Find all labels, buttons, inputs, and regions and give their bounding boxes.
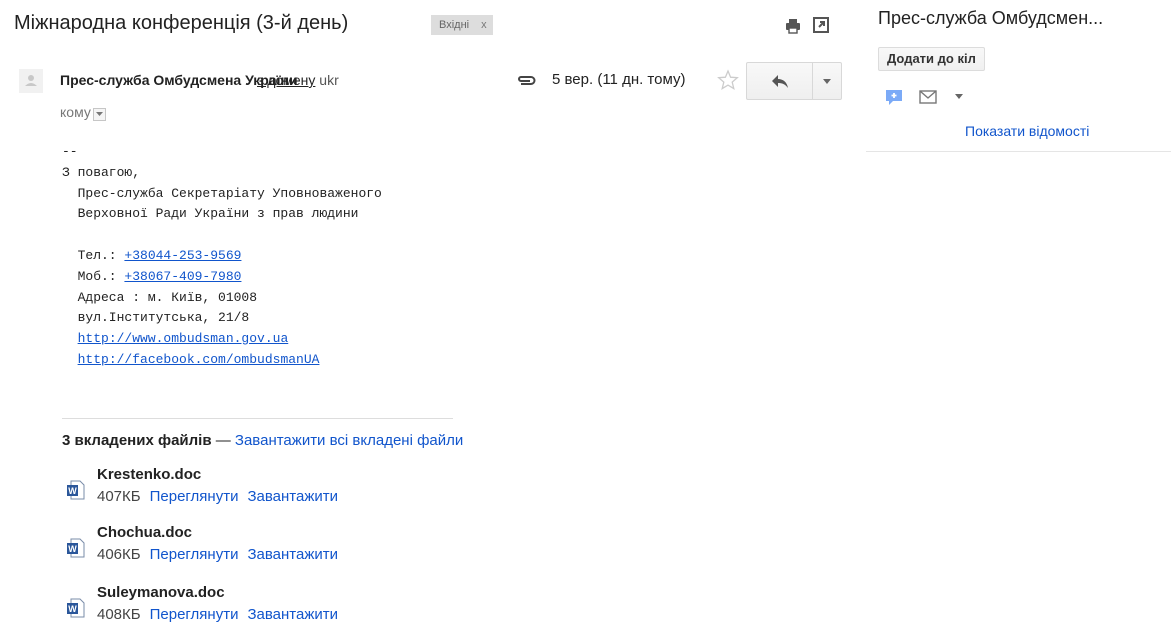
svg-text:W: W xyxy=(68,486,77,496)
sender-avatar[interactable] xyxy=(19,69,43,93)
word-document-icon: W xyxy=(67,598,85,618)
word-document-icon: W xyxy=(67,538,85,558)
add-to-circles-button[interactable]: Додати до кіл xyxy=(878,47,985,71)
via-domain: з домену ukr xyxy=(257,72,339,88)
chevron-down-icon xyxy=(96,112,103,116)
new-window-icon[interactable] xyxy=(812,16,830,34)
label-text[interactable]: Вхідні xyxy=(439,19,469,31)
email-subject: Міжнародна конференція (3-й день) xyxy=(14,12,349,34)
mob-link[interactable]: +38067-409-7980 xyxy=(124,269,241,284)
tel-link[interactable]: +38044-253-9569 xyxy=(124,248,241,263)
attachment-name[interactable]: Chochua.doc xyxy=(97,524,192,541)
chat-icon[interactable] xyxy=(885,88,903,106)
contact-name[interactable]: Прес-служба Омбудсмен... xyxy=(878,8,1103,29)
attachment-item: W Krestenko.doc 407КБ Переглянути Завантаж… xyxy=(66,466,466,516)
attachment-size: 406КБ xyxy=(97,546,141,563)
download-attachment-link[interactable]: Завантажити xyxy=(247,488,338,505)
attachment-name[interactable]: Suleymanova.doc xyxy=(97,584,225,601)
star-icon[interactable] xyxy=(717,69,739,91)
tel-label: Тел.: xyxy=(62,247,125,263)
attachment-name[interactable]: Krestenko.doc xyxy=(97,466,201,483)
attachment-size: 407КБ xyxy=(97,488,141,505)
chevron-down-icon[interactable] xyxy=(953,89,965,103)
show-details-link[interactable]: Показати відомості xyxy=(965,123,1089,139)
reply-button[interactable] xyxy=(746,62,813,100)
reply-icon xyxy=(772,75,788,88)
svg-text:W: W xyxy=(68,604,77,614)
recipients-dropdown-button[interactable] xyxy=(93,108,106,121)
via-domain-link[interactable]: з домену xyxy=(257,72,315,88)
view-attachment-link[interactable]: Переглянути xyxy=(150,488,239,505)
more-actions-button[interactable] xyxy=(812,62,842,100)
word-document-icon: W xyxy=(67,480,85,500)
remove-label-button[interactable]: x xyxy=(481,19,487,31)
website-link[interactable]: http://www.ombudsman.gov.ua xyxy=(78,331,289,346)
org-line-2: Верховної Ради України з прав людини xyxy=(62,206,359,222)
attachment-meta: 406КБ Переглянути Завантажити xyxy=(97,546,338,563)
svg-text:W: W xyxy=(68,544,77,554)
address-line-2: вул.Інститутська, 21/8 xyxy=(62,310,250,326)
paperclip-icon xyxy=(518,76,536,85)
chevron-down-icon xyxy=(823,79,831,84)
attachment-meta: 407КБ Переглянути Завантажити xyxy=(97,488,338,505)
reply-button-group xyxy=(746,62,842,100)
attachment-item: W Chochua.doc 406КБ Переглянути Завантажит… xyxy=(66,524,466,574)
mail-icon[interactable] xyxy=(919,89,937,105)
view-attachment-link[interactable]: Переглянути xyxy=(150,546,239,563)
recipients-label[interactable]: кому xyxy=(60,104,91,120)
attachment-size: 408КБ xyxy=(97,606,141,623)
download-attachment-link[interactable]: Завантажити xyxy=(247,546,338,563)
attachment-meta: 408КБ Переглянути Завантажити xyxy=(97,606,338,623)
domain-name: ukr xyxy=(319,72,339,88)
attachments-count: 3 вкладених файлів xyxy=(62,432,212,449)
facebook-link[interactable]: http://facebook.com/ombudsmanUA xyxy=(78,352,320,367)
address-line-1: Адреса : м. Київ, 01008 xyxy=(62,289,258,305)
signature-dash: -- xyxy=(62,144,78,159)
download-attachment-link[interactable]: Завантажити xyxy=(247,606,338,623)
attachments-separator: — xyxy=(211,432,235,449)
message-body: -- З повагою, Прес-служба Секретаріату У… xyxy=(62,142,382,371)
side-panel-divider xyxy=(866,151,1171,152)
mob-label: Моб.: xyxy=(62,268,125,284)
regards-line: З повагою, xyxy=(62,164,141,180)
view-attachment-link[interactable]: Переглянути xyxy=(150,606,239,623)
print-icon[interactable] xyxy=(784,17,802,35)
download-all-link[interactable]: Завантажити всі вкладені файли xyxy=(235,432,463,449)
org-line-1: Прес-служба Секретаріату Уповноваженого xyxy=(62,185,382,201)
message-date: 5 вер. (11 дн. тому) xyxy=(552,71,686,88)
attachments-header: 3 вкладених файлів — Завантажити всі вкл… xyxy=(62,432,463,449)
inbox-label-chip[interactable]: Вхідні x xyxy=(431,15,493,35)
attachments-divider xyxy=(62,418,453,419)
